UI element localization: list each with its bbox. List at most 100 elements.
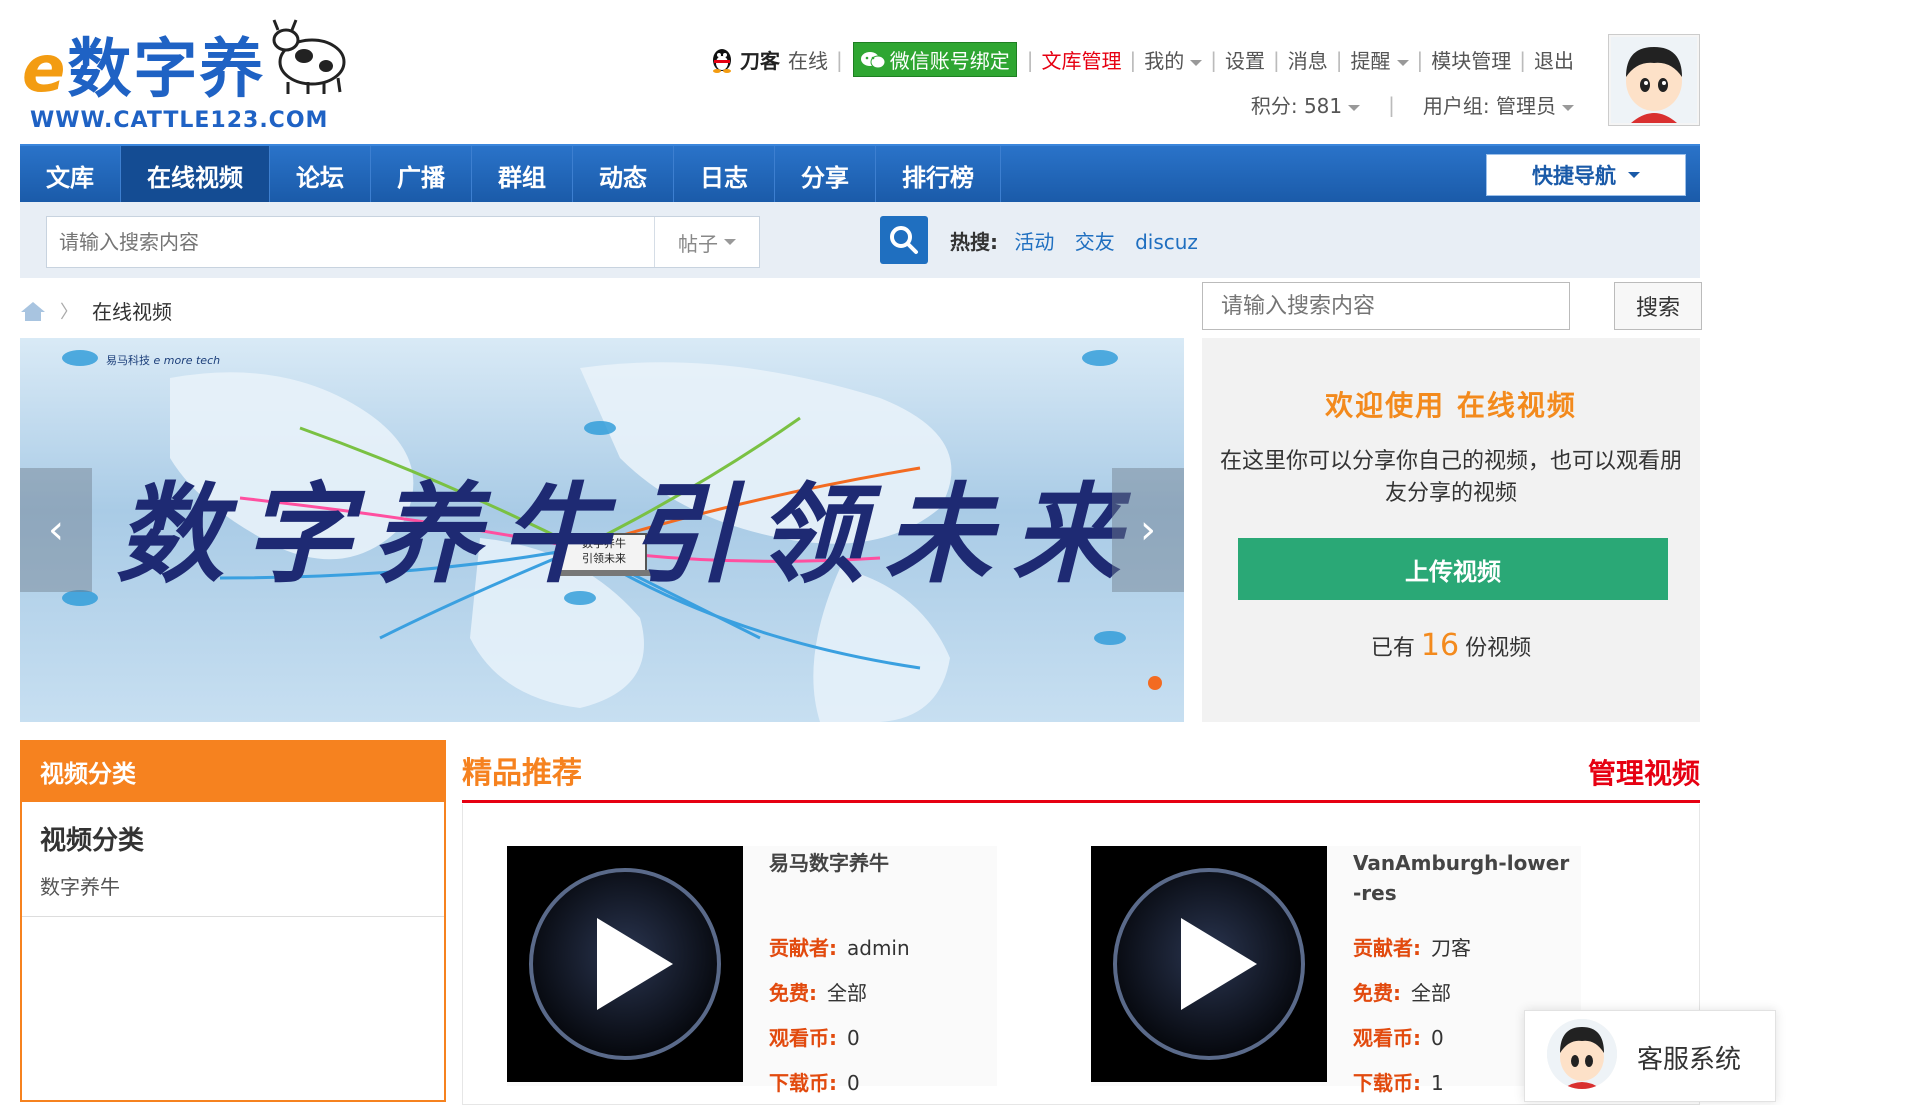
search-type-select[interactable]: 帖子: [654, 217, 759, 267]
link-library-manage[interactable]: 文库管理: [1042, 45, 1122, 74]
wechat-icon: [860, 51, 886, 68]
logo-text: e数字养: [22, 33, 266, 107]
video-card[interactable]: VanAmburgh-lower-res 贡献者: 刀客 免费: 全部 观看币: 0 …: [1091, 846, 1581, 1095]
side-search-box: [1202, 282, 1570, 330]
link-module-manage[interactable]: 模块管理: [1431, 45, 1511, 74]
customer-service-widget[interactable]: 客服系统: [1524, 1010, 1776, 1102]
link-my[interactable]: 我的: [1144, 45, 1203, 74]
logo-url: WWW.CATTLE123.COM: [30, 108, 329, 133]
chevron-down-icon: [724, 239, 736, 245]
link-logout[interactable]: 退出: [1534, 45, 1574, 74]
breadcrumb-separator: 〉: [60, 301, 78, 323]
video-watch-coins: 观看币: 0: [769, 1026, 860, 1050]
user-bar: 刀客 在线 | 微信账号绑定 | 文库管理 | 我的 | 设置 | 消息 | 提…: [700, 30, 1700, 126]
search-button[interactable]: [880, 216, 928, 264]
chevron-down-icon: [1348, 104, 1361, 111]
featured-list: 易马数字养牛 贡献者: admin 免费: 全部 观看币: 0 下载币: 0 VanAm…: [462, 804, 1700, 1105]
play-icon: [507, 846, 743, 1082]
video-contributor: 贡献者: 刀客: [1353, 936, 1471, 960]
breadcrumb-current[interactable]: 在线视频: [92, 296, 172, 325]
search-input[interactable]: [47, 217, 747, 267]
featured-title: 精品推荐: [462, 756, 582, 791]
wechat-bind-label: 微信账号绑定: [889, 49, 1010, 73]
side-search-button[interactable]: 搜索: [1614, 282, 1702, 330]
wechat-bind-button[interactable]: 微信账号绑定: [852, 42, 1017, 77]
nav-item-share[interactable]: 分享: [775, 146, 876, 204]
nav-item-online-video[interactable]: 在线视频: [121, 146, 270, 204]
home-icon[interactable]: [20, 300, 46, 322]
search-type-label: 帖子: [678, 231, 718, 256]
video-fee: 免费: 全部: [1353, 981, 1451, 1005]
chevron-left-icon: ‹: [48, 507, 64, 553]
nav-item-blog[interactable]: 日志: [674, 146, 775, 204]
banner-next-button[interactable]: ›: [1112, 468, 1184, 592]
avatar-icon: [1547, 1019, 1617, 1089]
search-strip: 帖子 热搜: 活动 交友 discuz: [20, 202, 1700, 278]
username[interactable]: 刀客: [740, 45, 780, 74]
video-contributor: 贡献者: admin: [769, 936, 910, 960]
breadcrumb: 〉 在线视频: [20, 296, 172, 325]
welcome-desc: 在这里你可以分享你自己的视频，也可以观看朋友分享的视频: [1220, 449, 1683, 506]
nav-item-groups[interactable]: 群组: [472, 146, 573, 204]
service-label: 客服系统: [1637, 1045, 1742, 1075]
link-settings[interactable]: 设置: [1225, 45, 1265, 74]
video-count: 已有 16 份视频: [1370, 628, 1532, 663]
online-status[interactable]: 在线: [788, 45, 828, 74]
welcome-panel: 欢迎使用 在线视频 在这里你可以分享你自己的视频，也可以观看朋友分享的视频 上传…: [1202, 338, 1700, 722]
nav-item-ranking[interactable]: 排行榜: [876, 146, 1001, 204]
category-panel: 视频分类 视频分类 数字养牛: [20, 740, 446, 1102]
quick-nav-label: 快捷导航: [1532, 164, 1616, 188]
hot-search-label: 热搜:: [950, 230, 998, 254]
video-thumbnail[interactable]: [1091, 846, 1327, 1082]
banner-brand: 易马科技 e more tech: [106, 354, 221, 367]
link-messages[interactable]: 消息: [1288, 45, 1328, 74]
user-stats: 积分: 581 | 用户组: 管理员: [1251, 90, 1574, 119]
usergroup-dropdown[interactable]: 用户组: 管理员: [1423, 90, 1574, 119]
link-reminders[interactable]: 提醒: [1351, 45, 1409, 74]
points-dropdown[interactable]: 积分: 581: [1251, 90, 1361, 119]
video-download-coins: 下载币: 0: [769, 1071, 860, 1095]
category-title: 视频分类: [40, 826, 145, 856]
banner-carousel[interactable]: 数字养牛 引领未来 易马科技 e more tech 数字养牛引领未来 ‹ ›: [20, 338, 1184, 722]
nav-item-library[interactable]: 文库: [20, 146, 121, 204]
nav-item-broadcast[interactable]: 广播: [371, 146, 472, 204]
play-icon: [1091, 846, 1327, 1082]
nav-item-forum[interactable]: 论坛: [270, 146, 371, 204]
chevron-down-icon: [1628, 172, 1640, 178]
service-avatar: [1547, 1019, 1617, 1089]
upload-video-button[interactable]: 上传视频: [1238, 538, 1668, 600]
avatar-icon: [1611, 37, 1697, 123]
qq-penguin-icon: [713, 48, 731, 73]
welcome-title: 欢迎使用 在线视频: [1325, 389, 1577, 422]
main-nav: 文库 在线视频 论坛 广播 群组 动态 日志 分享 排行榜 快捷导航: [20, 144, 1700, 204]
hot-search-item[interactable]: discuz: [1135, 230, 1198, 254]
video-info: 易马数字养牛 贡献者: admin 免费: 全部 观看币: 0 下载币: 0: [769, 846, 989, 1096]
video-thumbnail[interactable]: [507, 846, 743, 1082]
chevron-right-icon: ›: [1140, 507, 1156, 553]
cow-logo-icon: [272, 19, 346, 94]
banner-prev-button[interactable]: ‹: [20, 468, 92, 592]
nav-item-feed[interactable]: 动态: [573, 146, 674, 204]
banner-slogan: 数字养牛引领未来: [116, 472, 1141, 598]
side-search-input[interactable]: [1203, 283, 1569, 329]
chevron-down-icon: [1190, 59, 1203, 66]
hot-search-item[interactable]: 交友: [1075, 230, 1115, 254]
chevron-down-icon: [1396, 59, 1409, 66]
search-box: 帖子: [46, 216, 760, 268]
chevron-down-icon: [1562, 104, 1574, 111]
category-header: 视频分类: [22, 740, 444, 802]
category-item[interactable]: 数字养牛: [22, 857, 444, 917]
user-links: 刀客 在线 | 微信账号绑定 | 文库管理 | 我的 | 设置 | 消息 | 提…: [710, 42, 1574, 77]
video-card[interactable]: 易马数字养牛 贡献者: admin 免费: 全部 观看币: 0 下载币: 0: [507, 846, 997, 1095]
site-logo[interactable]: e数字养 WWW.CATTLE123.COM: [20, 10, 360, 135]
video-title[interactable]: VanAmburgh-lower-res: [1353, 848, 1573, 916]
hot-search-item[interactable]: 活动: [1014, 230, 1054, 254]
user-avatar[interactable]: [1608, 34, 1700, 126]
manage-videos-link[interactable]: 管理视频: [1588, 752, 1700, 792]
search-icon: [890, 226, 918, 254]
quick-nav-button[interactable]: 快捷导航: [1486, 154, 1686, 196]
banner-indicator-dot[interactable]: [1148, 676, 1162, 690]
featured-header: 精品推荐 管理视频: [462, 748, 1700, 803]
video-title[interactable]: 易马数字养牛: [769, 848, 989, 916]
hot-search: 热搜: 活动 交友 discuz: [950, 226, 1212, 255]
